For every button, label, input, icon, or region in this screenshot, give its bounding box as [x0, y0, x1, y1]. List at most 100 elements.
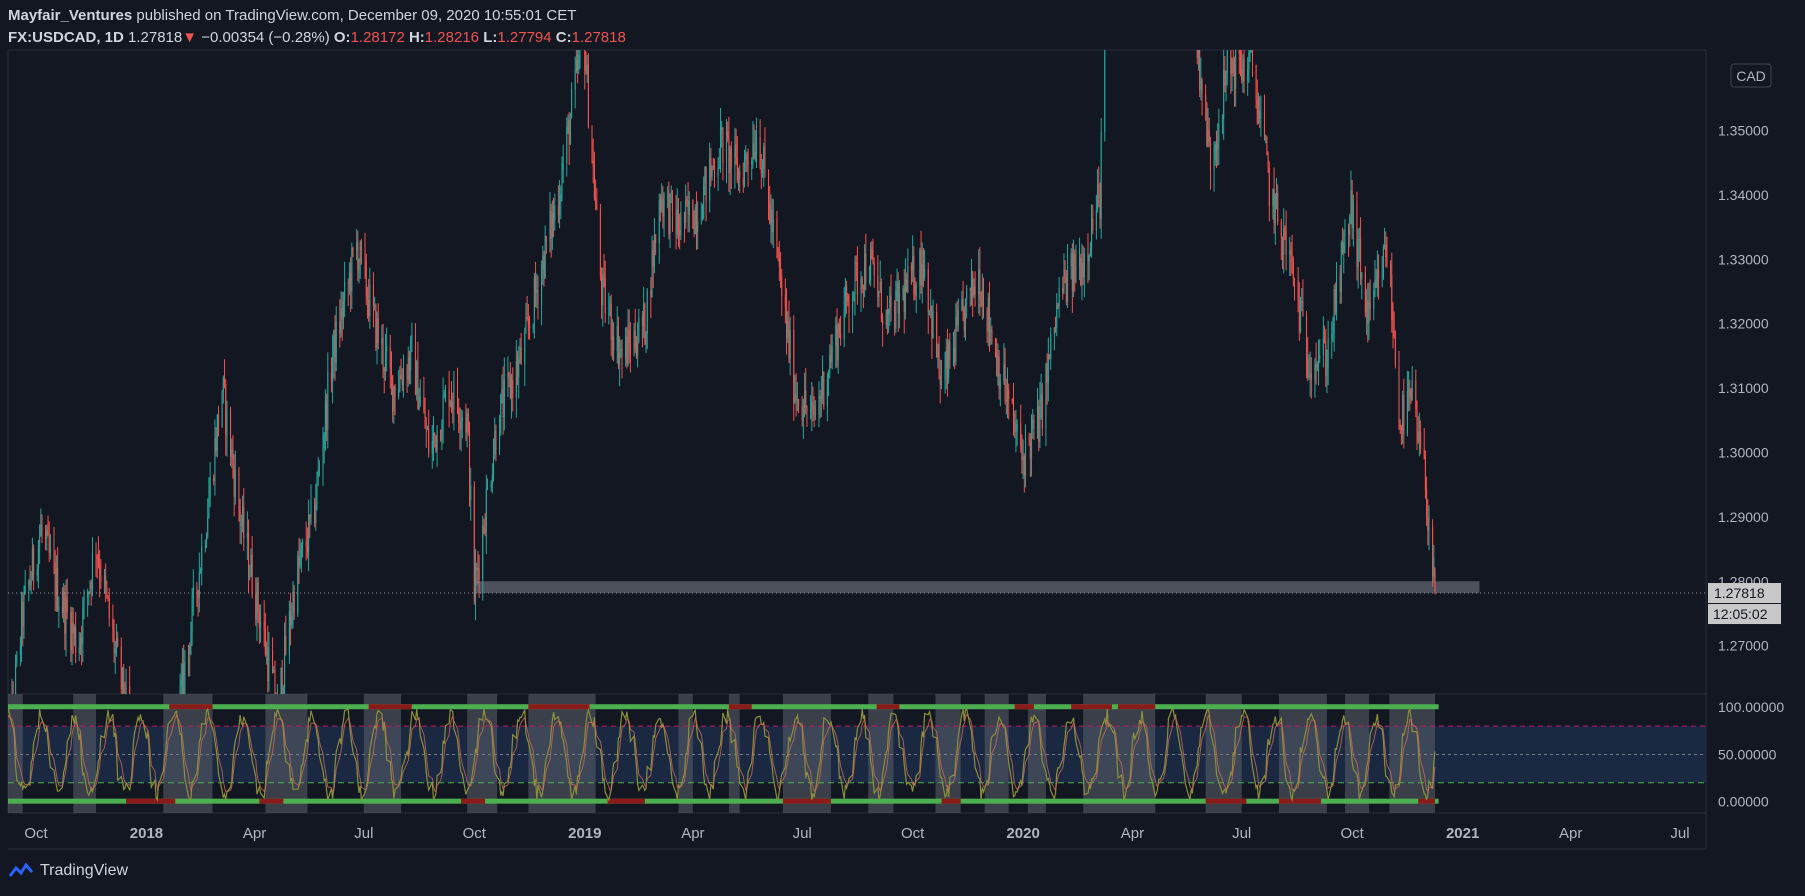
- candle-body: [700, 220, 702, 222]
- candle-body: [258, 613, 260, 628]
- candle-body: [551, 212, 553, 239]
- candle-body: [436, 429, 438, 451]
- candle-body: [1226, 50, 1228, 74]
- candle-body: [1004, 364, 1006, 400]
- candle-body: [969, 287, 971, 291]
- candle-body: [310, 501, 312, 519]
- candle-body: [710, 157, 712, 177]
- candle-body: [316, 476, 318, 505]
- candle-body: [502, 388, 504, 417]
- tradingview-logo-icon: [8, 862, 34, 877]
- candle-body: [473, 485, 475, 602]
- candle-body: [1315, 364, 1317, 369]
- candle-body: [36, 570, 38, 576]
- candle-body: [1089, 247, 1091, 256]
- candle-body: [239, 509, 241, 526]
- candle-body: [1041, 394, 1043, 429]
- candle-body: [966, 287, 968, 300]
- chart-canvas[interactable]: 1.35000 1.34000 1.33000 1.32000 1.31000 1.300…: [0, 0, 1805, 896]
- candle-body: [1082, 263, 1084, 278]
- candle-body: [616, 325, 618, 352]
- candle-body: [906, 279, 908, 292]
- candle-body: [680, 212, 682, 236]
- candle-body: [120, 646, 122, 690]
- osc-lower-red-block: [941, 798, 961, 804]
- candle-body: [625, 336, 627, 357]
- candle-body: [1374, 279, 1376, 290]
- candle-body: [1256, 99, 1258, 123]
- candle-body: [848, 302, 850, 314]
- candle-body: [180, 679, 182, 687]
- osc-gray-zone: [782, 694, 831, 813]
- osc-lower-red-block: [1205, 798, 1247, 804]
- candle-body: [1075, 265, 1077, 283]
- time-tick-label: 2018: [130, 825, 163, 842]
- candle-body: [392, 374, 394, 412]
- candle-body: [617, 325, 619, 365]
- candle-body: [324, 400, 326, 435]
- candle-body: [946, 350, 949, 378]
- candle-body: [419, 396, 421, 404]
- candle-body: [1433, 556, 1435, 577]
- candle-body: [306, 546, 308, 552]
- osc-gray-zone: [1344, 694, 1369, 813]
- candle-body: [1081, 263, 1083, 285]
- candle-body: [1309, 373, 1311, 375]
- candle-body: [896, 282, 898, 291]
- candle-body: [55, 568, 57, 597]
- candle-body: [1290, 250, 1292, 255]
- candle-body: [801, 406, 803, 421]
- candle-body: [562, 163, 564, 170]
- time-tick-label: 2021: [1446, 825, 1479, 842]
- candle-body: [230, 408, 232, 458]
- candle-body: [543, 255, 545, 279]
- candle-body: [644, 303, 646, 344]
- candle-body: [1299, 303, 1302, 332]
- candle-body: [474, 570, 477, 602]
- candle-body: [1426, 490, 1428, 518]
- candle-body: [285, 635, 287, 654]
- candle-body: [987, 298, 989, 332]
- candle-body: [972, 271, 974, 296]
- candle-body: [400, 374, 402, 379]
- candle-body: [369, 284, 371, 317]
- candle-body: [1263, 112, 1266, 140]
- candle-body: [789, 329, 791, 359]
- candle-body: [1251, 50, 1254, 66]
- time-tick-label: Oct: [24, 825, 48, 842]
- time-tick-label: Jul: [793, 825, 812, 842]
- candle-body: [894, 306, 896, 330]
- candle-body: [1214, 144, 1216, 161]
- candle-body: [461, 416, 463, 422]
- candle-body: [482, 525, 484, 580]
- footer-brand[interactable]: TradingView: [8, 862, 128, 880]
- candle-body: [880, 281, 882, 320]
- candle-body: [663, 193, 665, 217]
- candle-body: [532, 324, 534, 329]
- candle-body: [240, 523, 242, 526]
- candle-body: [719, 130, 722, 168]
- candle-body: [450, 401, 453, 403]
- candle-body: [335, 320, 337, 364]
- countdown-label: 12:05:02: [1713, 606, 1768, 622]
- candle-body: [518, 359, 520, 377]
- candle-body: [693, 227, 695, 234]
- candle-body: [784, 295, 786, 306]
- candle-body: [318, 469, 320, 471]
- candle-body: [771, 209, 773, 233]
- oscillator-pane[interactable]: [0, 694, 1706, 813]
- candle-body: [1307, 358, 1309, 378]
- osc-upper-red-block: [1014, 704, 1034, 710]
- candle-body: [234, 470, 236, 497]
- candle-body: [877, 275, 879, 297]
- candle-body: [704, 166, 706, 185]
- osc-lower-red-block: [259, 798, 284, 804]
- candle-body: [577, 59, 579, 71]
- candle-body: [1417, 431, 1419, 442]
- candle-body: [613, 335, 615, 352]
- candle-body: [375, 305, 377, 349]
- candle-body: [645, 334, 647, 344]
- candle-body: [1065, 277, 1067, 302]
- candle-body: [739, 171, 741, 179]
- candle-body: [1050, 334, 1052, 359]
